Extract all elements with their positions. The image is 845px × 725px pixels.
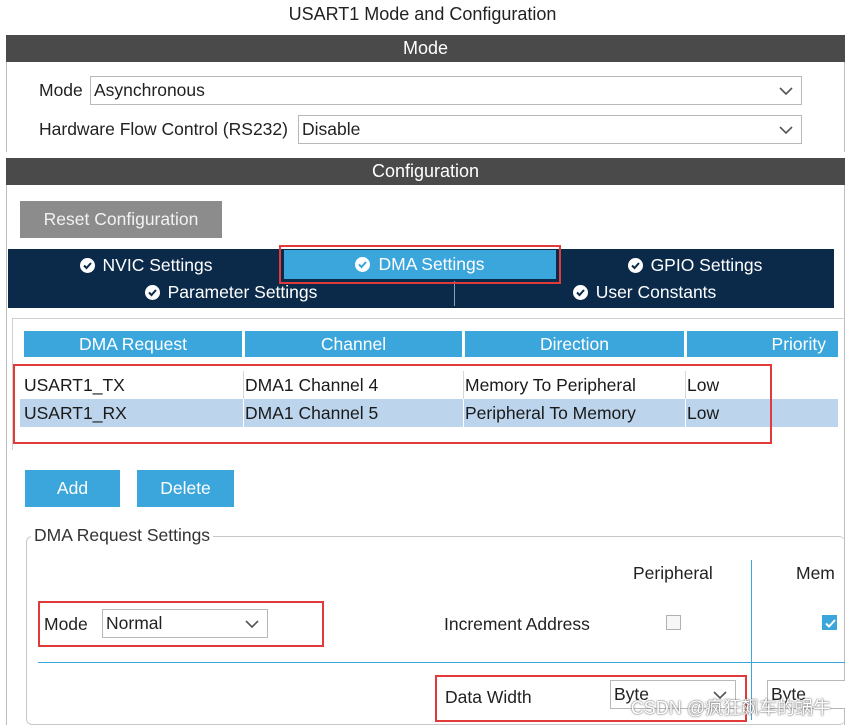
- column-header-priority[interactable]: Priority: [687, 331, 838, 357]
- tab-label: NVIC Settings: [102, 255, 213, 275]
- configuration-section-header: Configuration: [6, 158, 845, 185]
- check-circle-icon: [572, 285, 588, 300]
- cell-channel: DMA1 Channel 5: [245, 403, 379, 423]
- column-divider: [243, 371, 244, 399]
- tab-parameter-settings[interactable]: Parameter Settings: [8, 279, 454, 306]
- check-circle-icon: [79, 258, 95, 273]
- memory-increment-checkbox[interactable]: [822, 615, 837, 630]
- tab-label: GPIO Settings: [650, 255, 763, 275]
- cell-direction: Peripheral To Memory: [465, 403, 636, 423]
- check-circle-icon: [144, 285, 160, 300]
- window-title: USART1 Mode and Configuration: [288, 4, 557, 24]
- settings-tab-bar: NVIC Settings DMA Settings GPIO Settings…: [8, 249, 834, 308]
- column-divider: [243, 399, 244, 427]
- tab-label: Parameter Settings: [167, 282, 318, 302]
- memory-column-header: Mem: [796, 563, 835, 583]
- chevron-down-icon: [779, 87, 793, 96]
- tab-gpio-settings[interactable]: GPIO Settings: [556, 252, 834, 279]
- cell-priority: Low: [687, 403, 720, 423]
- flow-control-select-value: Disable: [302, 119, 361, 139]
- peripheral-increment-checkbox[interactable]: [666, 615, 681, 630]
- peripheral-column-header: Peripheral: [633, 563, 713, 583]
- mode-select-value: Asynchronous: [94, 80, 205, 100]
- column-divider: [685, 371, 686, 399]
- checkmark-icon: [825, 619, 836, 628]
- cell-channel: DMA1 Channel 4: [245, 375, 379, 395]
- cell-request: USART1_RX: [24, 403, 127, 423]
- column-divider: [463, 371, 464, 399]
- chevron-down-icon: [779, 126, 793, 135]
- dma-mode-select-value: Normal: [106, 613, 163, 633]
- tab-dma-settings[interactable]: DMA Settings: [284, 250, 556, 279]
- column-header-direction[interactable]: Direction: [465, 331, 684, 357]
- dma-request-settings-legend: DMA Request Settings: [31, 525, 214, 546]
- mode-label: Mode: [39, 80, 83, 100]
- dma-mode-label: Mode: [44, 614, 88, 634]
- add-button[interactable]: Add: [25, 470, 120, 507]
- tab-nvic-settings[interactable]: NVIC Settings: [8, 252, 284, 279]
- dma-mode-select[interactable]: Normal: [102, 609, 268, 638]
- flow-control-label: Hardware Flow Control (RS232): [39, 119, 288, 139]
- data-width-label: Data Width: [445, 687, 532, 707]
- mode-section-header: Mode: [6, 35, 845, 62]
- check-circle-icon: [627, 258, 643, 273]
- check-circle-icon: [355, 257, 371, 272]
- table-row[interactable]: USART1_RX DMA1 Channel 5 Peripheral To M…: [20, 399, 838, 427]
- delete-button[interactable]: Delete: [137, 470, 234, 507]
- cell-request: USART1_TX: [24, 375, 125, 395]
- column-header-dma-request[interactable]: DMA Request: [24, 331, 242, 357]
- mode-select[interactable]: Asynchronous: [90, 76, 802, 105]
- tab-label: User Constants: [595, 282, 717, 302]
- chevron-down-icon: [245, 620, 259, 629]
- increment-address-label: Increment Address: [444, 614, 590, 634]
- csdn-watermark: CSDN @疯狂飙车的蜗牛: [630, 698, 831, 718]
- tab-label: DMA Settings: [378, 254, 485, 274]
- tab-user-constants[interactable]: User Constants: [455, 279, 834, 306]
- table-row[interactable]: USART1_TX DMA1 Channel 4 Memory To Perip…: [20, 371, 838, 399]
- settings-row-divider: [38, 662, 845, 663]
- flow-control-select[interactable]: Disable: [298, 115, 802, 144]
- reset-configuration-button[interactable]: Reset Configuration: [20, 201, 222, 238]
- cell-priority: Low: [687, 375, 720, 395]
- column-divider: [685, 399, 686, 427]
- cell-direction: Memory To Peripheral: [465, 375, 636, 395]
- column-header-channel[interactable]: Channel: [245, 331, 462, 357]
- column-divider: [463, 399, 464, 427]
